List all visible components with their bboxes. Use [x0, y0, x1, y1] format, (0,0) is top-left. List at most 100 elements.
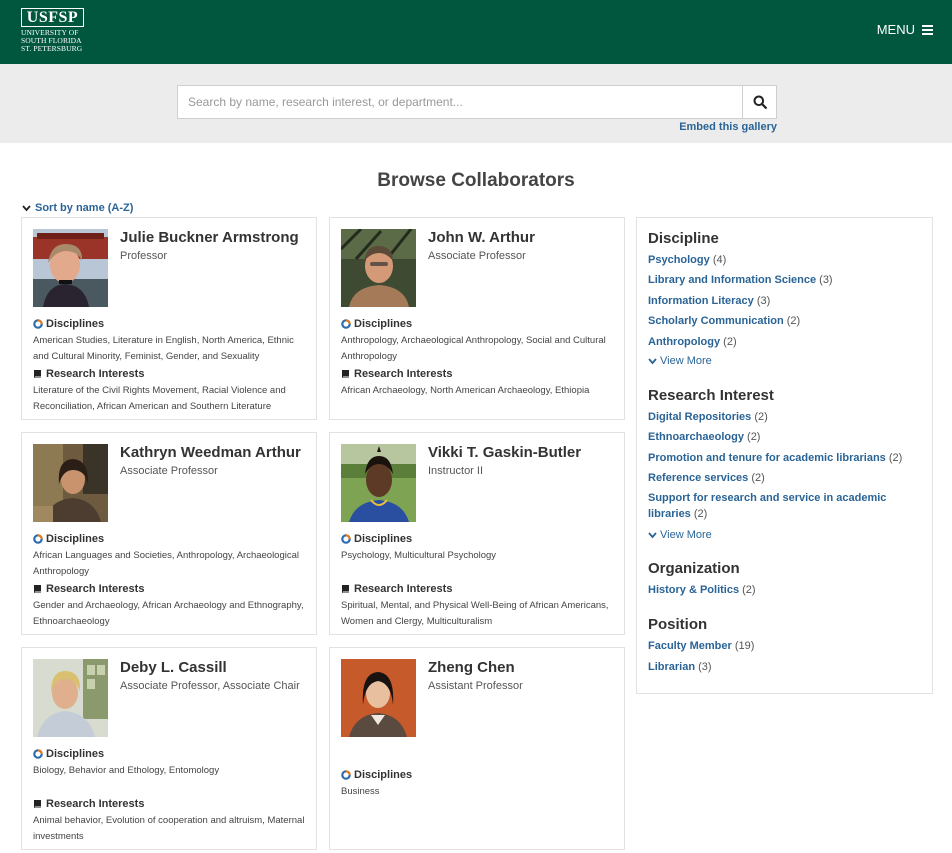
hamburger-icon — [922, 25, 933, 35]
facet-item: Promotion and tenure for academic librar… — [648, 450, 928, 466]
profile-name[interactable]: Kathryn Weedman Arthur — [120, 444, 301, 461]
research-interests-list: Gender and Archaeology, African Archaeol… — [33, 600, 304, 627]
disciplines-icon — [341, 319, 351, 329]
chevron-down-icon — [648, 357, 657, 364]
profile-title: Associate Professor — [428, 250, 526, 262]
profile-card[interactable]: John W. Arthur Associate Professor Disci… — [329, 217, 625, 420]
facet-link[interactable]: Scholarly Communication — [648, 315, 784, 327]
facet-item: Librarian (3) — [648, 659, 928, 675]
disciplines-label: Disciplines — [354, 533, 413, 545]
profile-name[interactable]: Vikki T. Gaskin-Butler — [428, 444, 581, 461]
disciplines-heading: Disciplines — [341, 769, 412, 781]
research-interests-heading: Research Interests — [341, 583, 452, 595]
profile-name[interactable]: John W. Arthur — [428, 229, 535, 246]
search-button[interactable] — [742, 86, 776, 118]
facet-count: (2) — [754, 411, 768, 423]
facet-item: Faculty Member (19) — [648, 638, 928, 654]
sort-dropdown[interactable]: Sort by name (A-Z) — [22, 202, 133, 214]
view-more-disciplines[interactable]: View More — [648, 355, 712, 367]
profile-photo[interactable] — [341, 444, 416, 522]
facet-link[interactable]: Digital Repositories — [648, 411, 751, 423]
view-more-label: View More — [660, 355, 712, 367]
facet-count: (2) — [742, 584, 756, 596]
research-interests-heading: Research Interests — [33, 368, 144, 380]
search-icon — [753, 95, 767, 109]
disciplines-icon — [33, 749, 43, 759]
disciplines-heading: Disciplines — [341, 318, 412, 330]
disciplines-heading: Disciplines — [341, 533, 412, 545]
disciplines-list: Anthropology, Archaeological Anthropolog… — [341, 335, 606, 362]
usfsp-logo[interactable]: USFSP UNIVERSITY OF SOUTH FLORIDA ST. PE… — [21, 8, 85, 53]
facet-item: Anthropology (2) — [648, 334, 928, 350]
facet-link[interactable]: Support for research and service in acad… — [648, 492, 886, 520]
sort-label: Sort by name (A-Z) — [35, 202, 134, 214]
facet-link[interactable]: Library and Information Science — [648, 274, 816, 286]
profile-card[interactable]: Deby L. Cassill Associate Professor, Ass… — [21, 647, 317, 850]
book-icon — [342, 370, 349, 378]
profile-card[interactable]: Vikki T. Gaskin-Butler Instructor II Dis… — [329, 432, 625, 635]
profile-card[interactable]: Zheng Chen Assistant Professor Disciplin… — [329, 647, 625, 850]
disciplines-label: Disciplines — [46, 533, 105, 545]
facet-item: History & Politics (2) — [648, 582, 928, 598]
disciplines-icon — [33, 319, 43, 329]
research-interests-heading: Research Interests — [33, 798, 144, 810]
page-title: Browse Collaborators — [377, 170, 575, 191]
logo-mark: USFSP — [21, 8, 84, 27]
research-interests-label: Research Interests — [46, 583, 145, 595]
facet-link[interactable]: Anthropology — [648, 336, 720, 348]
disciplines-label: Disciplines — [46, 318, 105, 330]
disciplines-list: Biology, Behavior and Ethology, Entomolo… — [33, 765, 220, 776]
profile-card[interactable]: Kathryn Weedman Arthur Associate Profess… — [21, 432, 317, 635]
facet-count: (19) — [734, 640, 755, 652]
facet-title-position: Position — [648, 616, 708, 633]
profile-name[interactable]: Julie Buckner Armstrong — [120, 229, 299, 246]
disciplines-label: Disciplines — [46, 748, 105, 760]
profile-photo[interactable] — [341, 229, 416, 307]
facet-count: (2) — [723, 336, 737, 348]
facet-item: Information Literacy (3) — [648, 293, 928, 309]
facet-link[interactable]: Ethnoarchaeology — [648, 431, 744, 443]
facet-count: (2) — [693, 508, 708, 520]
facet-item: Psychology (4) — [648, 252, 928, 268]
disciplines-label: Disciplines — [354, 769, 413, 781]
research-interests-label: Research Interests — [354, 583, 453, 595]
facet-link[interactable]: Psychology — [648, 254, 710, 266]
facet-link[interactable]: History & Politics — [648, 584, 739, 596]
research-interests-heading: Research Interests — [33, 583, 144, 595]
search-input[interactable] — [178, 86, 743, 118]
disciplines-list: American Studies, Literature in English,… — [33, 335, 294, 362]
logo-line: ST. PETERSBURG — [21, 44, 83, 53]
disciplines-heading: Disciplines — [33, 318, 104, 330]
profile-card[interactable]: Julie Buckner Armstrong Professor Discip… — [21, 217, 317, 420]
profile-name[interactable]: Zheng Chen — [428, 659, 515, 676]
site-header: USFSP UNIVERSITY OF SOUTH FLORIDA ST. PE… — [0, 0, 952, 64]
disciplines-list: African Languages and Societies, Anthrop… — [33, 550, 300, 577]
book-icon — [34, 370, 41, 378]
view-more-research-interests[interactable]: View More — [648, 529, 712, 541]
facet-link[interactable]: Information Literacy — [648, 295, 754, 307]
embed-gallery-link[interactable]: Embed this gallery — [679, 121, 777, 133]
profile-photo[interactable] — [33, 229, 108, 307]
facet-count: (3) — [756, 295, 771, 307]
facet-count: (2) — [751, 472, 765, 484]
disciplines-icon — [341, 770, 351, 780]
chevron-down-icon — [648, 531, 657, 538]
facet-link[interactable]: Promotion and tenure for academic librar… — [648, 452, 886, 464]
profile-title: Associate Professor, Associate Chair — [120, 680, 300, 692]
facet-count: (4) — [712, 254, 727, 266]
menu-button[interactable]: MENU — [877, 22, 933, 37]
profile-title: Professor — [120, 250, 168, 262]
facet-item: Support for research and service in acad… — [648, 490, 928, 522]
facet-count: (3) — [819, 274, 833, 286]
profile-photo[interactable] — [341, 659, 416, 737]
facet-link[interactable]: Librarian — [648, 661, 695, 673]
facet-link[interactable]: Reference services — [648, 472, 748, 484]
profile-name[interactable]: Deby L. Cassill — [120, 659, 227, 676]
profile-photo[interactable] — [33, 444, 108, 522]
profile-photo[interactable] — [33, 659, 108, 737]
profile-title: Associate Professor — [120, 465, 218, 477]
facet-title-discipline: Discipline — [648, 230, 719, 247]
facet-count: (2) — [786, 315, 801, 327]
facet-link[interactable]: Faculty Member — [648, 640, 732, 652]
search-band: Embed this gallery — [0, 64, 952, 143]
